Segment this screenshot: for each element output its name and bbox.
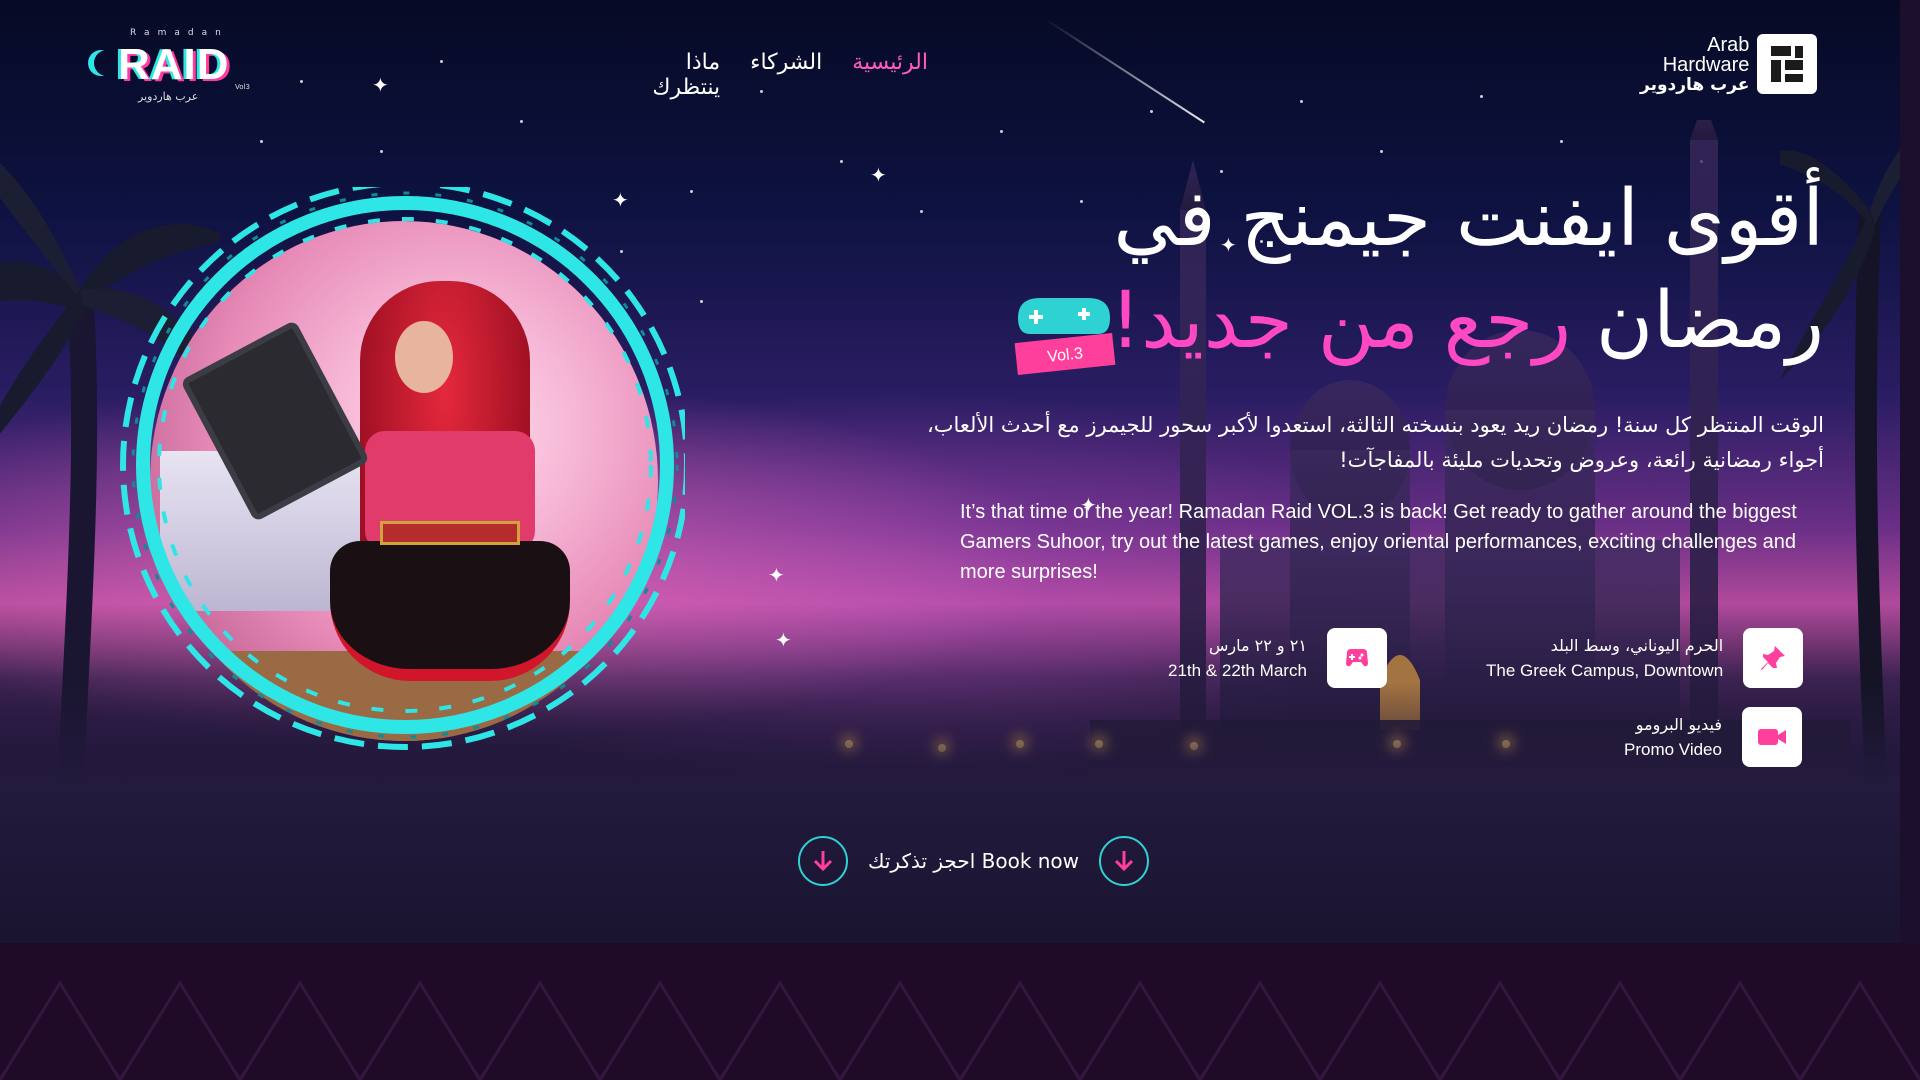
date-english: 21th & 22th March xyxy=(1168,661,1307,680)
lower-section-pattern xyxy=(0,943,1920,1080)
ornamental-frame xyxy=(120,187,685,750)
headline-line2-pink: رجع من جديد! xyxy=(1109,276,1572,366)
date-info: ٢١ و ٢٢ مارس 21th & 22th March xyxy=(1168,628,1387,688)
nav-item-partners[interactable]: الشركاء xyxy=(750,50,822,100)
location-arabic: الحرم اليوناني، وسط البلد xyxy=(1550,636,1724,655)
raid-logo-subtitle: Ramadan xyxy=(130,28,229,38)
arrow-down-icon xyxy=(1099,836,1150,886)
crescent-moon-icon xyxy=(94,50,120,76)
nav-item-what-awaits[interactable]: ماذا ينتظرك xyxy=(612,50,720,100)
arrow-down-icon xyxy=(798,836,848,886)
ah-arabic: عرب هاردوير xyxy=(1640,74,1750,95)
book-now-label: احجز تذكرتك Book now xyxy=(868,849,1080,873)
ah-line2: Hardware xyxy=(1662,53,1750,76)
book-now-button[interactable]: احجز تذكرتك Book now xyxy=(798,836,1150,886)
promo-english: Promo Video xyxy=(1624,740,1722,759)
pin-icon xyxy=(1743,628,1804,688)
gamepad-vol-badge: Vol.3 xyxy=(1014,298,1116,376)
date-arabic: ٢١ و ٢٢ مارس xyxy=(1208,636,1307,655)
arab-hardware-icon xyxy=(1757,34,1818,94)
location-info[interactable]: الحرم اليوناني، وسط البلد The Greek Camp… xyxy=(1486,628,1804,688)
raid-logo-title: RAID xyxy=(118,40,230,89)
nav-item-home[interactable]: الرئيسية xyxy=(852,50,928,100)
location-english: The Greek Campus, Downtown xyxy=(1486,661,1724,680)
desc-ar-line1: الوقت المنتظر كل سنة! رمضان ريد يعود بنس… xyxy=(926,413,1824,437)
scrollbar-gutter xyxy=(1900,0,1920,943)
arab-hardware-wordmark: Arab Hardware عرب هاردوير xyxy=(1640,35,1749,94)
raid-logo-arabic: عرب هاردوير xyxy=(138,90,199,103)
main-nav: الرئيسية الشركاء ماذا ينتظرك xyxy=(612,50,928,100)
headline-line2-white: رمضان xyxy=(1595,276,1824,366)
hero-description-english: It’s that time of the year! Ramadan Raid… xyxy=(960,501,1797,583)
promo-video-link[interactable]: فيديو البرومو Promo Video xyxy=(1624,707,1802,767)
raid-logo-vol: Vol3 xyxy=(235,83,250,91)
shooting-star xyxy=(1044,18,1205,124)
hero-headline: أقوى ايفنت جيمنج في رمضان رجع من جديد! xyxy=(1004,168,1824,372)
hero-description-arabic: الوقت المنتظر كل سنة! رمضان ريد يعود بنس… xyxy=(924,408,1824,478)
gamepad-icon xyxy=(1326,628,1387,688)
arab-hardware-logo[interactable]: Arab Hardware عرب هاردوير xyxy=(1640,34,1818,94)
ah-line1: Arab xyxy=(1707,33,1750,56)
headline-line1: أقوى ايفنت جيمنج في xyxy=(1113,174,1824,264)
desc-ar-line2: أجواء رمضانية رائعة، وعروض وتحديات مليئة… xyxy=(1339,448,1824,472)
promo-arabic: فيديو البرومو xyxy=(1635,715,1722,734)
video-camera-icon xyxy=(1741,707,1802,767)
